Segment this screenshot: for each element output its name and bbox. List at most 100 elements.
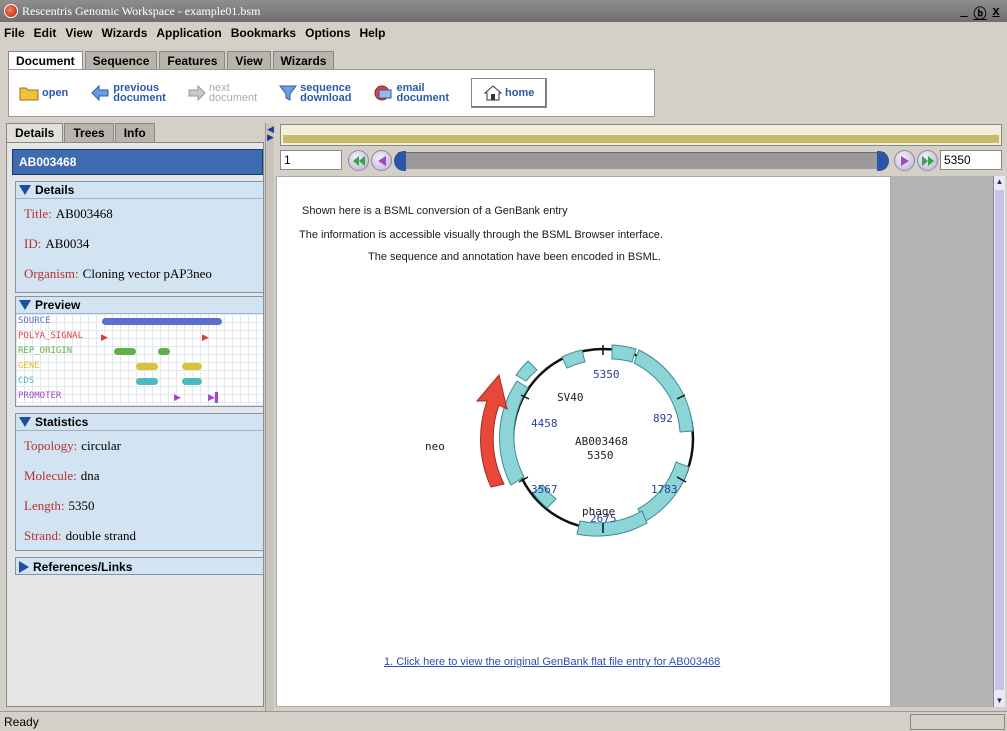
neo-label: neo — [425, 440, 445, 453]
genbank-flatfile-link[interactable]: 1. Click here to view the original GenBa… — [384, 656, 720, 668]
open-button[interactable]: open — [19, 77, 68, 109]
menu-edit[interactable]: Edit — [34, 26, 57, 40]
end-position-input[interactable] — [940, 150, 1002, 170]
feature-preview[interactable]: SOURCE POLYA_SIGNAL ▶ ▶ REP_ORIGIN GENE … — [16, 314, 263, 405]
menu-help[interactable]: Help — [359, 26, 385, 40]
next-label-2: document — [208, 92, 258, 104]
splitter-arrows-icon[interactable]: ◀ ▶ — [267, 125, 274, 142]
feature-arc[interactable] — [611, 344, 637, 363]
sequence-download-label-2: download — [300, 92, 352, 104]
menu-options[interactable]: Options — [305, 26, 350, 40]
range-start-handle[interactable] — [394, 151, 406, 171]
promoter-marker: ▶▌ — [208, 392, 222, 402]
minimize-button[interactable]: _ — [957, 3, 971, 22]
molecule-value: dna — [80, 468, 100, 483]
detail-title-row: Title: AB003468 — [16, 199, 263, 229]
panel-splitter[interactable]: ◀ ▶ — [265, 123, 274, 711]
jump-start-button[interactable] — [348, 150, 369, 171]
tick-label: 1783 — [651, 483, 678, 496]
range-end-handle[interactable] — [877, 151, 889, 171]
range-slider[interactable] — [394, 151, 889, 171]
collapse-triangle-icon — [19, 417, 31, 427]
tab-details[interactable]: Details — [6, 123, 64, 142]
rep-origin-feature — [114, 348, 136, 355]
vertical-scrollbar[interactable]: ▲ ▼ — [993, 176, 1005, 707]
accession-title: AB003468 — [12, 149, 263, 175]
scroll-down-arrow-icon[interactable]: ▼ — [995, 695, 1004, 707]
tick-label: 4458 — [531, 417, 558, 430]
next-document-button[interactable]: next document — [188, 77, 257, 109]
left-panel-tabs: Details Trees Info — [6, 123, 155, 142]
close-button[interactable]: x — [989, 3, 1003, 22]
strand-label: Strand: — [24, 528, 62, 543]
next-arrow-icon — [188, 85, 206, 101]
length-row: Length: 5350 — [16, 491, 263, 521]
menu-bookmarks[interactable]: Bookmarks — [231, 26, 296, 40]
gene-feature — [136, 363, 158, 370]
right-arrow-icon — [900, 155, 909, 166]
preview-row-gene: GENE — [18, 361, 40, 371]
tab-document[interactable]: Document — [8, 51, 83, 69]
collapse-triangle-icon — [19, 185, 31, 195]
start-position-input[interactable] — [280, 150, 342, 170]
jump-end-button[interactable] — [917, 150, 938, 171]
preview-row-promoter: PROMOTER — [18, 391, 62, 401]
expand-triangle-icon — [19, 560, 29, 573]
details-heading: Details — [35, 183, 75, 197]
strand-value: double strand — [65, 528, 136, 543]
menu-application[interactable]: Application — [156, 26, 221, 40]
menu-file[interactable]: File — [4, 26, 25, 40]
detail-id-label: ID: — [24, 236, 42, 251]
document-view: Shown here is a BSML conversion of a Gen… — [276, 176, 891, 707]
home-button[interactable]: home — [471, 78, 548, 108]
status-text: Ready — [4, 715, 39, 729]
email-document-button[interactable]: email document — [373, 77, 449, 109]
maximize-button[interactable]: ⓑ — [973, 3, 987, 22]
step-left-button[interactable] — [371, 150, 392, 171]
feature-arc[interactable] — [561, 349, 586, 369]
tab-features[interactable]: Features — [159, 51, 226, 69]
tab-view[interactable]: View — [227, 51, 271, 69]
plasmid-map[interactable]: 5350 892 1783 2675 3567 4458 SV40 phage … — [407, 317, 737, 567]
topology-label: Topology: — [24, 438, 78, 453]
collapse-triangle-icon — [19, 300, 31, 310]
tab-sequence[interactable]: Sequence — [84, 51, 158, 69]
details-header[interactable]: Details — [16, 182, 263, 199]
double-left-arrow-icon — [352, 155, 365, 166]
gene-feature — [182, 363, 202, 370]
tab-trees[interactable]: Trees — [64, 123, 114, 142]
step-right-button[interactable] — [894, 150, 915, 171]
phage-label: phage — [582, 505, 615, 518]
statistics-header[interactable]: Statistics — [16, 414, 263, 431]
tab-wizards[interactable]: Wizards — [272, 51, 335, 69]
polya-marker: ▶ — [101, 332, 108, 342]
references-header[interactable]: References/Links — [16, 558, 263, 575]
statistics-heading: Statistics — [35, 415, 89, 429]
rep-origin-feature — [158, 348, 170, 355]
menu-wizards[interactable]: Wizards — [101, 26, 147, 40]
topology-value: circular — [81, 438, 121, 453]
preview-heading: Preview — [35, 298, 81, 312]
promoter-marker: ▶ — [174, 392, 181, 402]
tab-info[interactable]: Info — [114, 123, 155, 142]
previous-document-button[interactable]: previous document — [90, 77, 166, 109]
source-feature — [102, 318, 222, 325]
left-arrow-icon — [377, 155, 386, 166]
menu-view[interactable]: View — [65, 26, 92, 40]
sequence-download-button[interactable]: sequence download — [279, 77, 351, 109]
scrollbar-thumb[interactable] — [995, 190, 1004, 690]
sequence-navigator — [280, 148, 1004, 172]
statistics-section: Statistics Topology: circular Molecule: … — [15, 413, 264, 551]
preview-header[interactable]: Preview — [16, 297, 263, 314]
sequence-overview[interactable] — [280, 124, 1002, 146]
references-section: References/Links — [15, 557, 264, 575]
overview-band — [283, 135, 999, 143]
preview-row-polya: POLYA_SIGNAL — [18, 331, 84, 341]
scroll-up-arrow-icon[interactable]: ▲ — [995, 176, 1004, 188]
feature-arc[interactable] — [515, 360, 538, 382]
left-panel: AB003468 Details Title: AB003468 ID: AB0… — [6, 142, 264, 707]
preview-row-cds: CDS — [18, 376, 35, 386]
window-title: Rescentris Genomic Workspace - example01… — [22, 3, 261, 18]
tick-label: 892 — [653, 412, 673, 425]
open-label: open — [42, 87, 69, 99]
